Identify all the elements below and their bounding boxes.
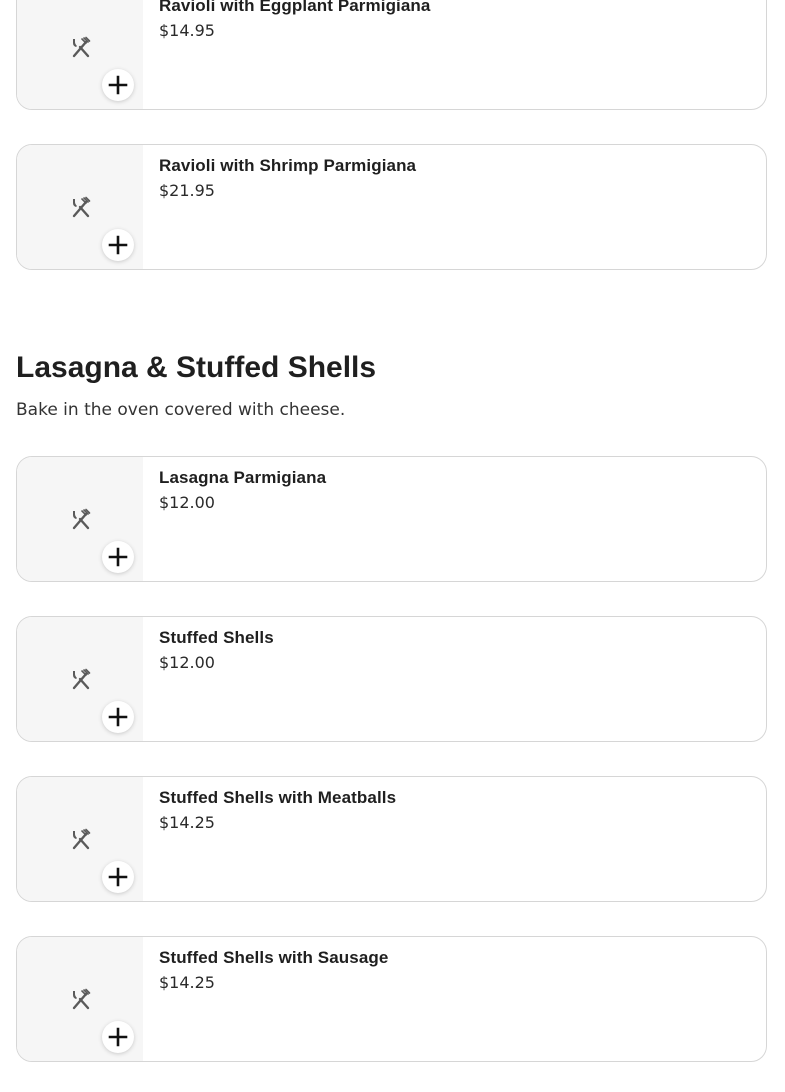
item-image-placeholder — [17, 777, 143, 901]
add-item-button[interactable] — [102, 229, 134, 261]
item-name: Ravioli with Eggplant Parmigiana — [159, 0, 431, 15]
item-price: $14.95 — [159, 21, 215, 40]
plus-icon — [108, 547, 128, 567]
plus-icon — [108, 235, 128, 255]
add-item-button[interactable] — [102, 541, 134, 573]
item-image-placeholder — [17, 0, 143, 109]
item-price: $14.25 — [159, 973, 215, 992]
item-image-placeholder — [17, 145, 143, 269]
item-price: $21.95 — [159, 181, 215, 200]
fork-knife-icon — [72, 668, 91, 690]
item-image-placeholder — [17, 617, 143, 741]
plus-icon — [108, 1027, 128, 1047]
item-price: $14.25 — [159, 813, 215, 832]
menu-item-card[interactable]: Ravioli with Eggplant Parmigiana $14.95 — [16, 0, 767, 110]
add-item-button[interactable] — [102, 861, 134, 893]
item-image-placeholder — [17, 937, 143, 1061]
fork-knife-icon — [72, 508, 91, 530]
plus-icon — [108, 867, 128, 887]
menu-item-card[interactable]: Stuffed Shells with Meatballs $14.25 — [16, 776, 767, 902]
item-price: $12.00 — [159, 653, 215, 672]
item-name: Lasagna Parmigiana — [159, 468, 327, 487]
add-item-button[interactable] — [102, 69, 134, 101]
menu-item-card[interactable]: Lasagna Parmigiana $12.00 — [16, 456, 767, 582]
item-name: Stuffed Shells with Meatballs — [159, 788, 397, 807]
menu-item-card[interactable]: Stuffed Shells with Sausage $14.25 — [16, 936, 767, 1062]
item-name: Stuffed Shells with Sausage — [159, 948, 389, 967]
add-item-button[interactable] — [102, 701, 134, 733]
fork-knife-icon — [72, 988, 91, 1010]
add-item-button[interactable] — [102, 1021, 134, 1053]
fork-knife-icon — [72, 196, 91, 218]
item-name: Stuffed Shells — [159, 628, 274, 647]
menu-item-card[interactable]: Ravioli with Shrimp Parmigiana $21.95 — [16, 144, 767, 270]
section-description: Bake in the oven covered with cheese. — [16, 400, 346, 420]
item-price: $12.00 — [159, 493, 215, 512]
section-title: Lasagna & Stuffed Shells — [16, 351, 377, 384]
plus-icon — [108, 707, 128, 727]
menu-item-card[interactable]: Stuffed Shells $12.00 — [16, 616, 767, 742]
item-name: Ravioli with Shrimp Parmigiana — [159, 156, 417, 175]
fork-knife-icon — [72, 828, 91, 850]
fork-knife-icon — [72, 36, 91, 58]
item-image-placeholder — [17, 457, 143, 581]
menu-page: Ravioli with Eggplant Parmigiana $14.95 — [0, 0, 785, 1092]
plus-icon — [108, 75, 128, 95]
